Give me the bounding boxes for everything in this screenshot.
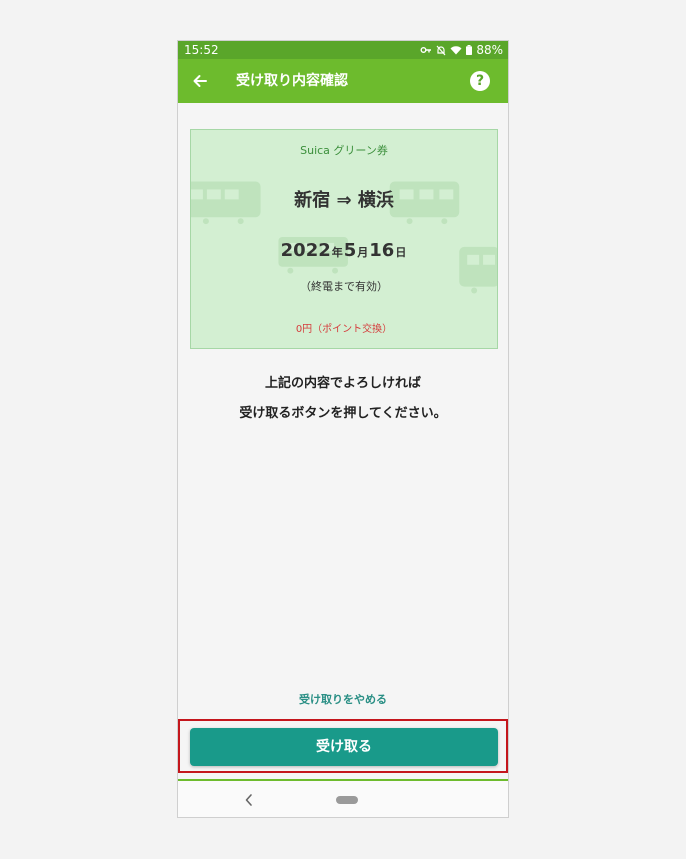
nav-back-icon[interactable] [243, 792, 255, 808]
date-month-unit: 月 [357, 246, 369, 259]
date-day-unit: 日 [395, 246, 407, 259]
wifi-icon [450, 45, 462, 55]
nav-home-icon[interactable] [336, 796, 358, 804]
status-time: 15:52 [184, 43, 219, 57]
notifications-off-icon [436, 45, 446, 56]
confirm-message-line1: 上記の内容でよろしければ [264, 376, 421, 391]
ticket-card: Suica グリーン券 新宿 ⇒ 横浜 2022年5月16日 （終電まで有効） … [190, 129, 498, 349]
route-from: 新宿 [294, 190, 331, 211]
date-year-unit: 年 [331, 246, 343, 259]
phone-screen: 15:52 88% 受け取り内容確認 ? Suica グリーン券 新宿 ⇒ 横浜… [177, 40, 509, 818]
ticket-date: 2022年5月16日 [191, 240, 497, 261]
route-to: 横浜 [357, 190, 394, 211]
route-arrow: ⇒ [336, 190, 352, 211]
ticket-validity: （終電まで有効） [300, 280, 388, 293]
battery-icon [466, 45, 473, 55]
status-bar: 15:52 88% [178, 41, 508, 59]
ticket-price: 0円（ポイント交換） [295, 324, 393, 335]
train-watermark-icon [191, 181, 497, 294]
cancel-receive-link[interactable]: 受け取りをやめる [178, 691, 508, 707]
receive-button[interactable]: 受け取る [190, 728, 498, 766]
date-year: 2022 [280, 240, 331, 261]
status-icons: 88% [420, 41, 503, 59]
app-bar: 受け取り内容確認 ? [178, 59, 508, 103]
back-arrow-icon[interactable] [190, 71, 210, 91]
system-nav-bar [178, 781, 508, 817]
date-month: 5 [343, 240, 357, 261]
battery-percent: 88% [476, 43, 503, 57]
confirm-message: 上記の内容でよろしければ 受け取るボタンを押してください。 [178, 369, 508, 429]
ticket-route: 新宿 ⇒ 横浜 [191, 186, 497, 212]
confirm-message-line2: 受け取るボタンを押してください。 [239, 406, 447, 421]
vpn-key-icon [420, 45, 432, 55]
ticket-type: Suica グリーン券 [300, 144, 388, 157]
help-icon[interactable]: ? [470, 71, 490, 91]
page-title: 受け取り内容確認 [236, 73, 348, 89]
date-day: 16 [369, 240, 395, 261]
